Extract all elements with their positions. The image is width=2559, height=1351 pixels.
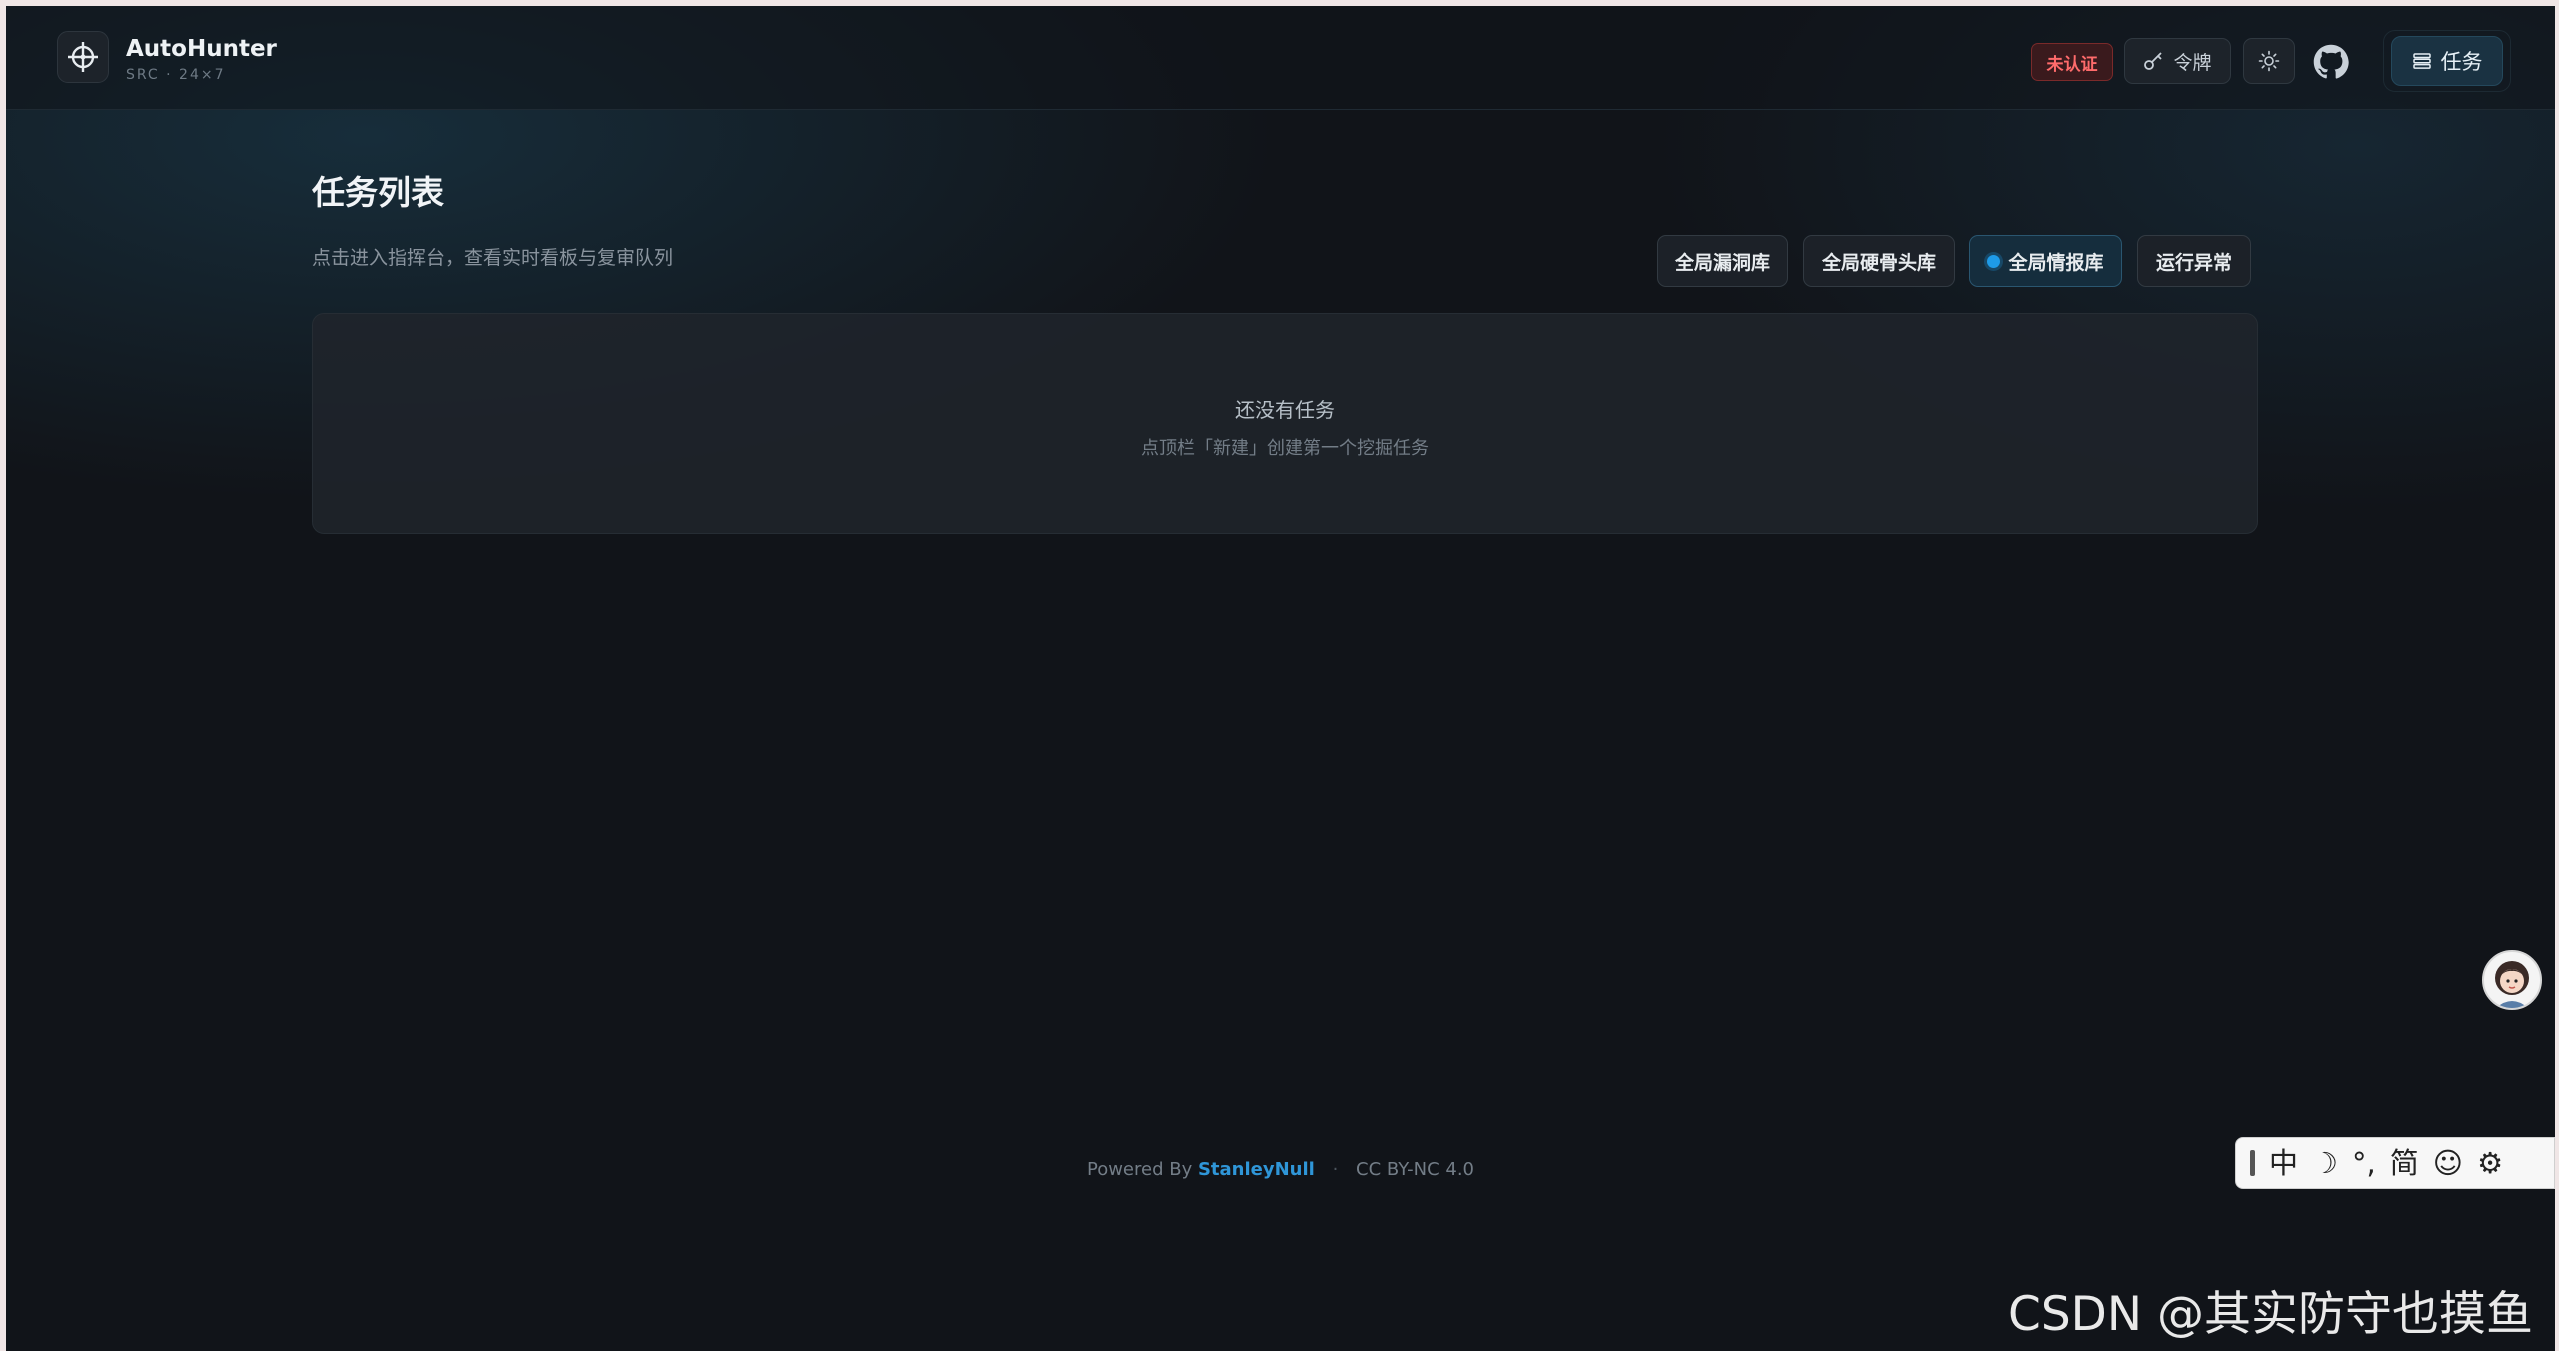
- page-title: 任务列表: [312, 173, 444, 212]
- author-link[interactable]: StanleyNull: [1198, 1159, 1315, 1180]
- ime-drag-handle[interactable]: [2250, 1150, 2255, 1176]
- powered-by-text: Powered By: [1086, 1159, 1193, 1180]
- sun-icon: [2258, 50, 2280, 72]
- ime-emoji-icon[interactable]: ☺: [2433, 1148, 2463, 1178]
- ime-toolbar: 中 ☽ °, 简 ☺ ⚙: [2235, 1137, 2555, 1189]
- unauthenticated-badge: 未认证: [2031, 43, 2113, 81]
- footer-separator: ·: [1332, 1159, 1339, 1180]
- empty-state-title: 还没有任务: [1235, 398, 1335, 422]
- logo[interactable]: [57, 31, 109, 83]
- tasks-label: 任务: [2440, 50, 2483, 74]
- filter-global-intel-db[interactable]: 全局情报库: [1969, 235, 2122, 287]
- avatar-icon: [2495, 961, 2529, 1008]
- ime-settings-gear-icon[interactable]: ⚙: [2477, 1148, 2503, 1178]
- github-icon[interactable]: [2313, 44, 2349, 80]
- theme-toggle-button[interactable]: [2243, 38, 2295, 84]
- active-dot-icon: [1987, 254, 2001, 268]
- filter-global-vuln-db[interactable]: 全局漏洞库: [1657, 235, 1788, 287]
- license-text: CC BY-NC 4.0: [1356, 1159, 1474, 1180]
- top-bar: AutoHunter SRC · 24×7 未认证 令牌 任务: [6, 6, 2555, 110]
- list-icon: [2412, 53, 2431, 69]
- filter-label: 全局硬骨头库: [1821, 251, 1936, 274]
- tasks-button[interactable]: 任务: [2391, 36, 2503, 86]
- filter-label: 全局情报库: [2008, 251, 2104, 274]
- floating-avatar[interactable]: [2482, 950, 2542, 1010]
- ime-simplified-toggle[interactable]: 简: [2390, 1148, 2419, 1178]
- footer: Powered By StanleyNull · CC BY-NC 4.0: [6, 1159, 2555, 1180]
- filter-global-hard-targets[interactable]: 全局硬骨头库: [1803, 235, 1955, 287]
- ime-punctuation-toggle[interactable]: °,: [2352, 1148, 2376, 1178]
- ime-halfwidth-moon-icon[interactable]: ☽: [2312, 1148, 2338, 1178]
- empty-state-hint: 点顶栏「新建」创建第一个挖掘任务: [1141, 438, 1429, 459]
- watermark: CSDN @其实防守也摸鱼: [2008, 1287, 2533, 1342]
- filter-label: 全局漏洞库: [1674, 251, 1770, 274]
- ime-language-toggle[interactable]: 中: [2269, 1148, 2298, 1178]
- key-icon: [2144, 52, 2163, 70]
- brand-name: AutoHunter: [126, 36, 277, 62]
- crosshair-icon: [68, 42, 98, 72]
- filter-runtime-errors[interactable]: 运行异常: [2137, 235, 2251, 287]
- token-label: 令牌: [2173, 51, 2212, 74]
- app-window: AutoHunter SRC · 24×7 未认证 令牌 任务 任务列表 点击进…: [6, 6, 2555, 1351]
- empty-task-card: 还没有任务 点顶栏「新建」创建第一个挖掘任务: [312, 313, 2258, 534]
- token-button[interactable]: 令牌: [2124, 38, 2231, 84]
- brand-subtitle: SRC · 24×7: [126, 67, 226, 83]
- page-description: 点击进入指挥台，查看实时看板与复审队列: [312, 247, 674, 269]
- filter-label: 运行异常: [2155, 251, 2232, 274]
